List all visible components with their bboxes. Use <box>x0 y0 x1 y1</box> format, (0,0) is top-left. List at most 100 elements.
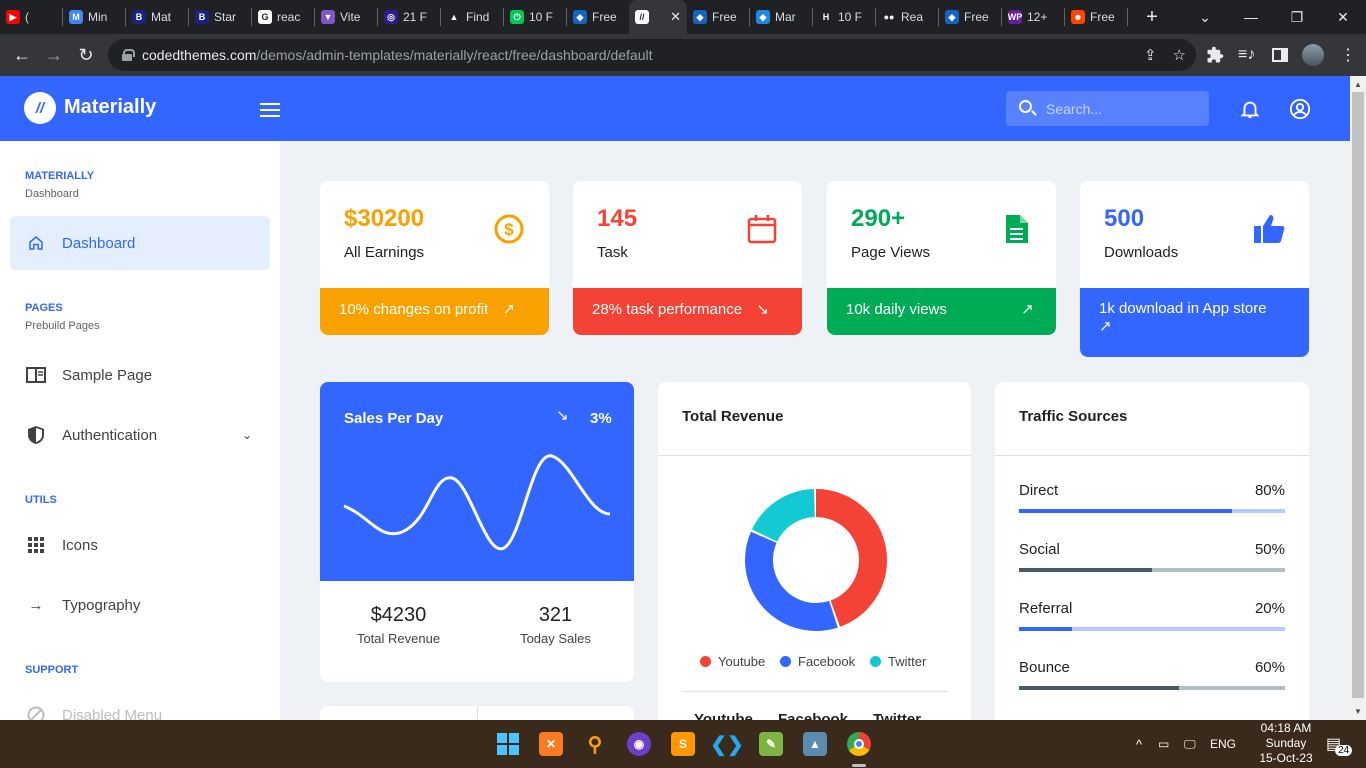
browser-tab[interactable]: ◈ Free <box>687 0 749 34</box>
browser-tab[interactable]: // ✕ <box>629 0 687 34</box>
trending-down-icon: ↘ <box>756 301 769 318</box>
network-icon[interactable]: 🖵 <box>1184 720 1196 768</box>
stat-value: 290+ <box>851 205 906 232</box>
url-field[interactable]: codedthemes.com/demos/admin-templates/ma… <box>108 39 1196 71</box>
scroll-up-icon[interactable]: ▲ <box>1354 80 1362 89</box>
stat-card-downloads: 500 Downloads 1k download in App store ↗ <box>1080 181 1309 357</box>
tab-search-icon[interactable]: ⌄ <box>1182 0 1228 34</box>
traffic-progress-bar <box>1019 627 1285 631</box>
account-icon[interactable] <box>1289 98 1311 120</box>
notification-icon[interactable]: ▤ 24 <box>1326 720 1358 768</box>
share-icon[interactable]: ⇪ <box>1144 46 1157 64</box>
traffic-percent: 50% <box>1254 541 1285 558</box>
lock-icon <box>122 49 135 61</box>
sidebar-item-label: Sample Page <box>62 366 153 384</box>
back-icon[interactable]: ← <box>6 39 38 71</box>
browser-tab[interactable]: ▼ Vite <box>315 0 377 34</box>
grid-icon <box>26 535 46 555</box>
github-icon[interactable]: ◉ <box>627 732 651 756</box>
section-title-support: SUPPORT <box>25 664 79 676</box>
tab-favicon-icon: H <box>819 10 833 24</box>
browser-tab[interactable]: B Mat <box>126 0 188 34</box>
tab-favicon-icon: ◈ <box>573 10 587 24</box>
browser-tab[interactable]: B Star <box>189 0 251 34</box>
tab-label: Mar <box>775 10 796 24</box>
photos-icon[interactable]: ▲ <box>803 732 827 756</box>
legend-dot <box>780 656 791 667</box>
search-box[interactable] <box>1006 91 1209 126</box>
tab-favicon-icon: ◆ <box>756 10 770 24</box>
windows-start-icon[interactable] <box>496 732 520 756</box>
reload-icon[interactable]: ↻ <box>70 39 102 71</box>
sidebar-item-authentication[interactable]: Authentication ⌄ <box>10 408 270 462</box>
xampp-icon[interactable]: ✕ <box>539 732 563 756</box>
sidebar-item-icons[interactable]: Icons <box>10 518 270 572</box>
today-sales-value: 321 <box>538 604 573 626</box>
legend-item-youtube: Youtube <box>700 654 765 669</box>
notepad-icon[interactable]: ✎ <box>759 732 783 756</box>
browser-tab[interactable]: ▲ Find <box>441 0 503 34</box>
forward-icon[interactable]: → <box>38 39 70 71</box>
sales-sparkline <box>343 454 611 551</box>
browser-tab[interactable]: ⏻ 10 F <box>504 0 566 34</box>
today-sales-label: Today Sales <box>520 631 591 646</box>
browser-tab[interactable]: ◆ Mar <box>750 0 812 34</box>
browser-tab[interactable]: ◈ Free <box>567 0 629 34</box>
traffic-sources-card: Traffic Sources Direct 80% Social 50% Referr… <box>995 382 1309 720</box>
browser-tab[interactable]: Greac <box>252 0 314 34</box>
section-title-materially: MATERIALLY <box>25 170 95 182</box>
restore-icon[interactable]: ❐ <box>1274 0 1320 34</box>
svg-text:$: $ <box>504 220 514 239</box>
clock-day: Sunday <box>1265 736 1307 750</box>
battery-icon[interactable]: ▭ <box>1158 720 1169 768</box>
browser-tab[interactable]: ☻ Free <box>1065 0 1127 34</box>
browser-tab[interactable]: WP 12+ <box>1002 0 1064 34</box>
tab-label: Find <box>466 10 490 24</box>
media-control-icon[interactable]: ≡♪ <box>1238 34 1255 76</box>
clock-time: 04:18 AM <box>1260 721 1312 735</box>
minimize-icon[interactable]: — <box>1228 0 1274 34</box>
traffic-label: Social <box>1019 541 1060 558</box>
menu-toggle-icon[interactable] <box>260 103 280 117</box>
tab-favicon-icon: ◈ <box>945 10 959 24</box>
section-title-utils: UTILS <box>25 494 57 506</box>
tab-label: 10 F <box>838 10 863 24</box>
search-input[interactable] <box>1046 91 1206 126</box>
browser-tab[interactable]: M Min <box>63 0 125 34</box>
tray-chevron-icon[interactable]: ^ <box>1136 720 1142 768</box>
legend-dot <box>870 656 881 667</box>
scrollbar-thumb[interactable] <box>1352 92 1364 698</box>
browser-tab[interactable]: ◈ Free <box>939 0 1001 34</box>
browser-tab[interactable]: ●● Rea <box>876 0 938 34</box>
sidebar-item-typography[interactable]: → Typography <box>10 578 270 632</box>
browser-tab[interactable]: ▶( <box>0 0 62 34</box>
sidebar-item-dashboard[interactable]: Dashboard <box>10 216 270 270</box>
clock[interactable]: 04:18 AM Sunday 15-Oct-23 <box>1246 721 1326 766</box>
language-indicator[interactable]: ENG <box>1210 720 1236 768</box>
close-window-icon[interactable]: ✕ <box>1320 0 1366 34</box>
scroll-down-icon[interactable]: ▼ <box>1354 707 1362 716</box>
tab-favicon-icon: ◎ <box>384 10 398 24</box>
traffic-progress-fill <box>1019 627 1073 631</box>
extensions-icon[interactable] <box>1206 34 1224 76</box>
sublime-icon[interactable]: S <box>671 732 695 756</box>
search-app-icon[interactable]: ⚲ <box>583 732 607 756</box>
profile-avatar[interactable] <box>1302 34 1324 76</box>
tab-close-icon[interactable]: ✕ <box>670 9 681 25</box>
new-tab-icon[interactable]: + <box>1138 6 1166 29</box>
browser-tab[interactable]: H 10 F <box>813 0 875 34</box>
bookmark-star-icon[interactable]: ☆ <box>1173 46 1186 64</box>
tab-label: Mat <box>151 10 172 24</box>
page-scrollbar[interactable]: ▲ ▼ <box>1350 76 1366 720</box>
browser-tab[interactable]: ◎ 21 F <box>378 0 440 34</box>
trending-up-icon: ↗ <box>502 301 516 318</box>
side-panel-icon[interactable] <box>1272 34 1288 76</box>
browser-menu-icon[interactable]: ⋮ <box>1340 34 1356 76</box>
sidebar-item-sample-page[interactable]: Sample Page <box>10 348 270 402</box>
chevron-down-icon: ⌄ <box>241 428 252 442</box>
bell-icon[interactable] <box>1239 98 1261 120</box>
stat-footer: 10k daily views ↗ <box>827 288 1056 335</box>
stat-footer: 10% changes on profit ↗ <box>320 288 549 335</box>
vscode-icon[interactable]: ❮❯ <box>710 732 744 756</box>
chrome-icon[interactable] <box>847 732 871 756</box>
